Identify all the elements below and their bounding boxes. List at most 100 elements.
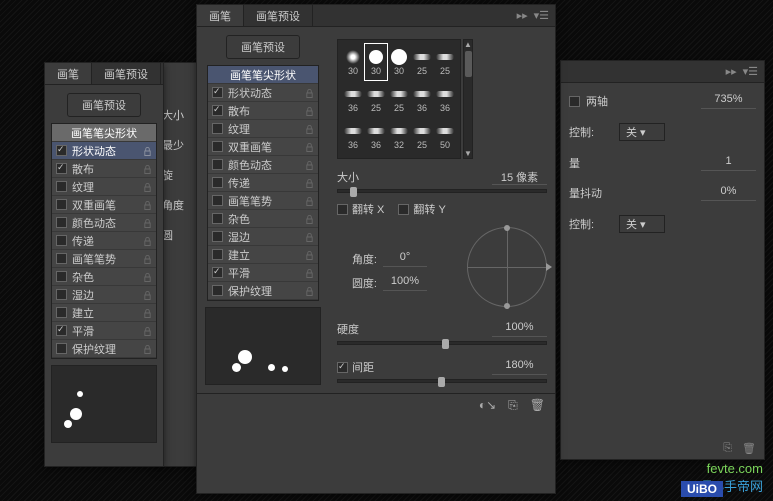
protect-check[interactable]	[56, 343, 67, 354]
pose-check[interactable]	[56, 253, 67, 264]
lock-icon[interactable]	[305, 142, 314, 152]
round-value[interactable]: 100%	[383, 275, 427, 291]
lock-icon[interactable]	[143, 218, 152, 228]
scatter-row[interactable]: 散布	[208, 102, 318, 120]
wet-row[interactable]: 湿边	[208, 228, 318, 246]
scroll-down-icon[interactable]: ▼	[464, 149, 472, 158]
scatter-row[interactable]: 散布	[52, 160, 156, 178]
lock-icon[interactable]	[305, 232, 314, 242]
protect-check[interactable]	[212, 285, 223, 296]
brush-tip-cell[interactable]: 32	[388, 118, 410, 154]
texture-row[interactable]: 纹理	[52, 178, 156, 196]
colordyn-check[interactable]	[56, 217, 67, 228]
texture-check[interactable]	[56, 181, 67, 192]
lock-icon[interactable]	[143, 290, 152, 300]
new-icon[interactable]: ⎘	[723, 442, 732, 455]
tab-preset[interactable]: 画笔预设	[244, 5, 313, 26]
both-axes-value[interactable]: 735%	[701, 93, 756, 109]
chevrons-icon[interactable]: ▸▸	[726, 65, 737, 78]
wet-check[interactable]	[56, 289, 67, 300]
size-slider[interactable]	[337, 189, 547, 193]
lock-icon[interactable]	[305, 124, 314, 134]
brush-tip-cell[interactable]: 25	[434, 44, 456, 80]
toggle-icon[interactable]: ◐↘	[479, 398, 496, 413]
hardness-value[interactable]: 100%	[492, 321, 547, 337]
jitter-value[interactable]: 0%	[701, 185, 756, 201]
noise-check[interactable]	[56, 271, 67, 282]
control-select-2[interactable]: 关 ▾	[619, 215, 665, 233]
brush-tip-cell[interactable]: 50	[434, 118, 456, 154]
brush-tip-cell[interactable]: 36	[434, 81, 456, 117]
brush-tip-cell[interactable]: 25	[388, 81, 410, 117]
shape-dyn-check[interactable]	[56, 145, 67, 156]
brush-tip-cell[interactable]: 25	[365, 81, 387, 117]
noise-check[interactable]	[212, 213, 223, 224]
lock-icon[interactable]	[143, 146, 152, 156]
lock-icon[interactable]	[143, 272, 152, 282]
transfer-row[interactable]: 传递	[208, 174, 318, 192]
smooth-row[interactable]: 平滑	[208, 264, 318, 282]
colordyn-row[interactable]: 颜色动态	[208, 156, 318, 174]
noise-row[interactable]: 杂色	[52, 268, 156, 286]
build-check[interactable]	[212, 249, 223, 260]
dual-check[interactable]	[56, 199, 67, 210]
flip-y-checkbox[interactable]	[398, 204, 409, 215]
lock-icon[interactable]	[305, 286, 314, 296]
lock-icon[interactable]	[305, 196, 314, 206]
texture-check[interactable]	[212, 123, 223, 134]
lock-icon[interactable]	[305, 160, 314, 170]
wet-check[interactable]	[212, 231, 223, 242]
brush-tip-cell[interactable]: 25	[411, 44, 433, 80]
options-header[interactable]: 画笔笔尖形状	[52, 124, 156, 142]
lock-icon[interactable]	[143, 254, 152, 264]
transfer-check[interactable]	[212, 177, 223, 188]
angle-value[interactable]: 0°	[383, 251, 427, 267]
brush-tip-cell[interactable]: 30	[365, 44, 387, 80]
chevrons-icon[interactable]: ▸▸	[517, 9, 528, 22]
noise-row[interactable]: 杂色	[208, 210, 318, 228]
trash-icon[interactable]: 🗑	[530, 398, 545, 413]
lock-icon[interactable]	[143, 326, 152, 336]
tab-preset[interactable]: 画笔预设	[92, 63, 161, 84]
spacing-value[interactable]: 180%	[492, 359, 547, 375]
scroll-thumb[interactable]	[465, 51, 472, 77]
build-check[interactable]	[56, 307, 67, 318]
menu-icon[interactable]: ▾☰	[743, 65, 758, 78]
colordyn-check[interactable]	[212, 159, 223, 170]
lock-icon[interactable]	[143, 308, 152, 318]
brush-tip-grid[interactable]: 303030252536252536363636322550	[337, 39, 461, 159]
tab-brush[interactable]: 画笔	[197, 5, 244, 26]
protect-row[interactable]: 保护纹理	[52, 340, 156, 358]
texture-row[interactable]: 纹理	[208, 120, 318, 138]
transfer-check[interactable]	[56, 235, 67, 246]
lock-icon[interactable]	[305, 106, 314, 116]
protect-row[interactable]: 保护纹理	[208, 282, 318, 300]
trash-icon[interactable]: 🗑	[742, 442, 756, 455]
pose-row[interactable]: 画笔笔势	[208, 192, 318, 210]
lock-icon[interactable]	[143, 182, 152, 192]
flip-x-checkbox[interactable]	[337, 204, 348, 215]
control-select[interactable]: 关 ▾	[619, 123, 665, 141]
dual-row[interactable]: 双重画笔	[208, 138, 318, 156]
lock-icon[interactable]	[305, 250, 314, 260]
preset-button[interactable]: 画笔预设	[67, 93, 141, 117]
lock-icon[interactable]	[143, 236, 152, 246]
shape-dyn-row[interactable]: 形状动态	[52, 142, 156, 160]
new-preset-icon[interactable]: ⎘	[508, 398, 518, 413]
angle-control[interactable]	[467, 227, 547, 307]
brush-tip-cell[interactable]: 30	[388, 44, 410, 80]
brush-tip-cell[interactable]: 30	[342, 44, 364, 80]
smooth-check[interactable]	[56, 325, 67, 336]
brush-tip-cell[interactable]: 36	[342, 118, 364, 154]
size-value[interactable]: 15 像素	[492, 169, 547, 185]
lock-icon[interactable]	[305, 88, 314, 98]
spacing-slider[interactable]	[337, 379, 547, 383]
build-row[interactable]: 建立	[52, 304, 156, 322]
count-value[interactable]: 1	[701, 155, 756, 171]
lock-icon[interactable]	[143, 344, 152, 354]
dual-row[interactable]: 双重画笔	[52, 196, 156, 214]
scroll-up-icon[interactable]: ▲	[464, 40, 472, 49]
smooth-check[interactable]	[212, 267, 223, 278]
smooth-row[interactable]: 平滑	[52, 322, 156, 340]
lock-icon[interactable]	[143, 164, 152, 174]
